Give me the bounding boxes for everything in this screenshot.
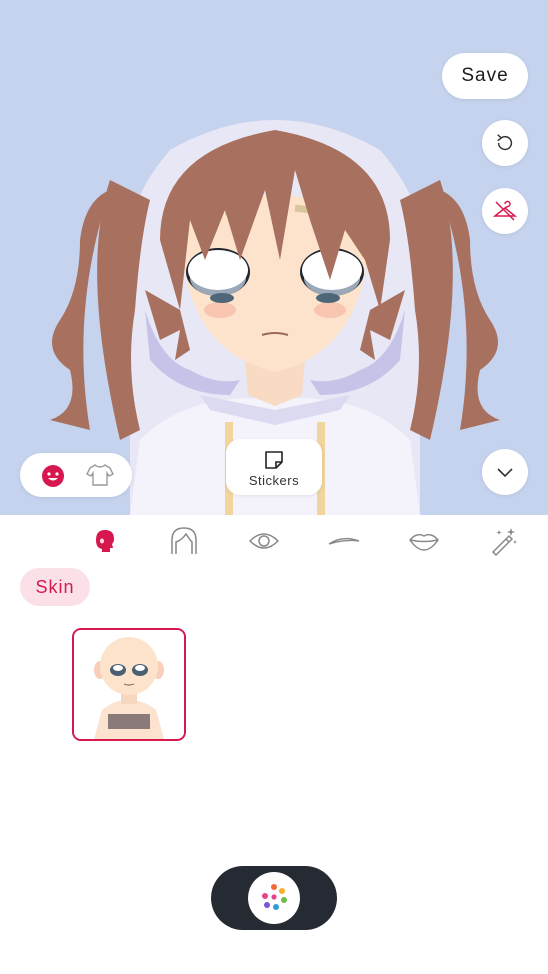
mode-toggle: [20, 453, 132, 497]
category-tabs: [0, 515, 548, 567]
eye-icon: [248, 533, 280, 549]
palette-dots-icon: [262, 884, 287, 910]
lips-icon: [409, 533, 439, 551]
undo-button[interactable]: [482, 120, 528, 166]
tab-head[interactable]: [84, 525, 124, 557]
chevron-down-icon: [497, 468, 513, 478]
save-button[interactable]: Save: [442, 53, 528, 99]
tab-hair[interactable]: [164, 525, 204, 557]
skin-option-card[interactable]: [72, 628, 186, 741]
subcategory-label: Skin: [35, 576, 75, 597]
undo-icon: [497, 134, 513, 151]
hide-accessories-icon: [492, 200, 518, 221]
shirt-icon[interactable]: [86, 463, 114, 487]
save-button-label: Save: [461, 65, 509, 86]
hide-accessories-button[interactable]: [482, 188, 528, 234]
magic-wand-icon: [491, 528, 517, 556]
stickers-button[interactable]: Stickers: [226, 439, 322, 495]
tab-effects[interactable]: [484, 525, 524, 557]
sticker-icon: [265, 451, 283, 469]
bottom-palette-bar: [211, 866, 337, 930]
palette-button[interactable]: [248, 872, 300, 924]
tab-mouth[interactable]: [404, 525, 444, 557]
tab-eyebrows[interactable]: [324, 525, 364, 557]
hair-icon: [171, 527, 197, 554]
face-icon[interactable]: [40, 463, 66, 489]
tab-eyes[interactable]: [244, 525, 284, 557]
head-icon: [96, 530, 114, 552]
collapse-button[interactable]: [482, 449, 528, 495]
avatar-preview: Save Stickers: [0, 0, 548, 515]
skin-option-thumbnail: [74, 630, 184, 739]
eyebrow-icon: [328, 537, 360, 545]
subcategory-chip-skin[interactable]: Skin: [20, 568, 90, 606]
stickers-label: Stickers: [248, 473, 300, 488]
